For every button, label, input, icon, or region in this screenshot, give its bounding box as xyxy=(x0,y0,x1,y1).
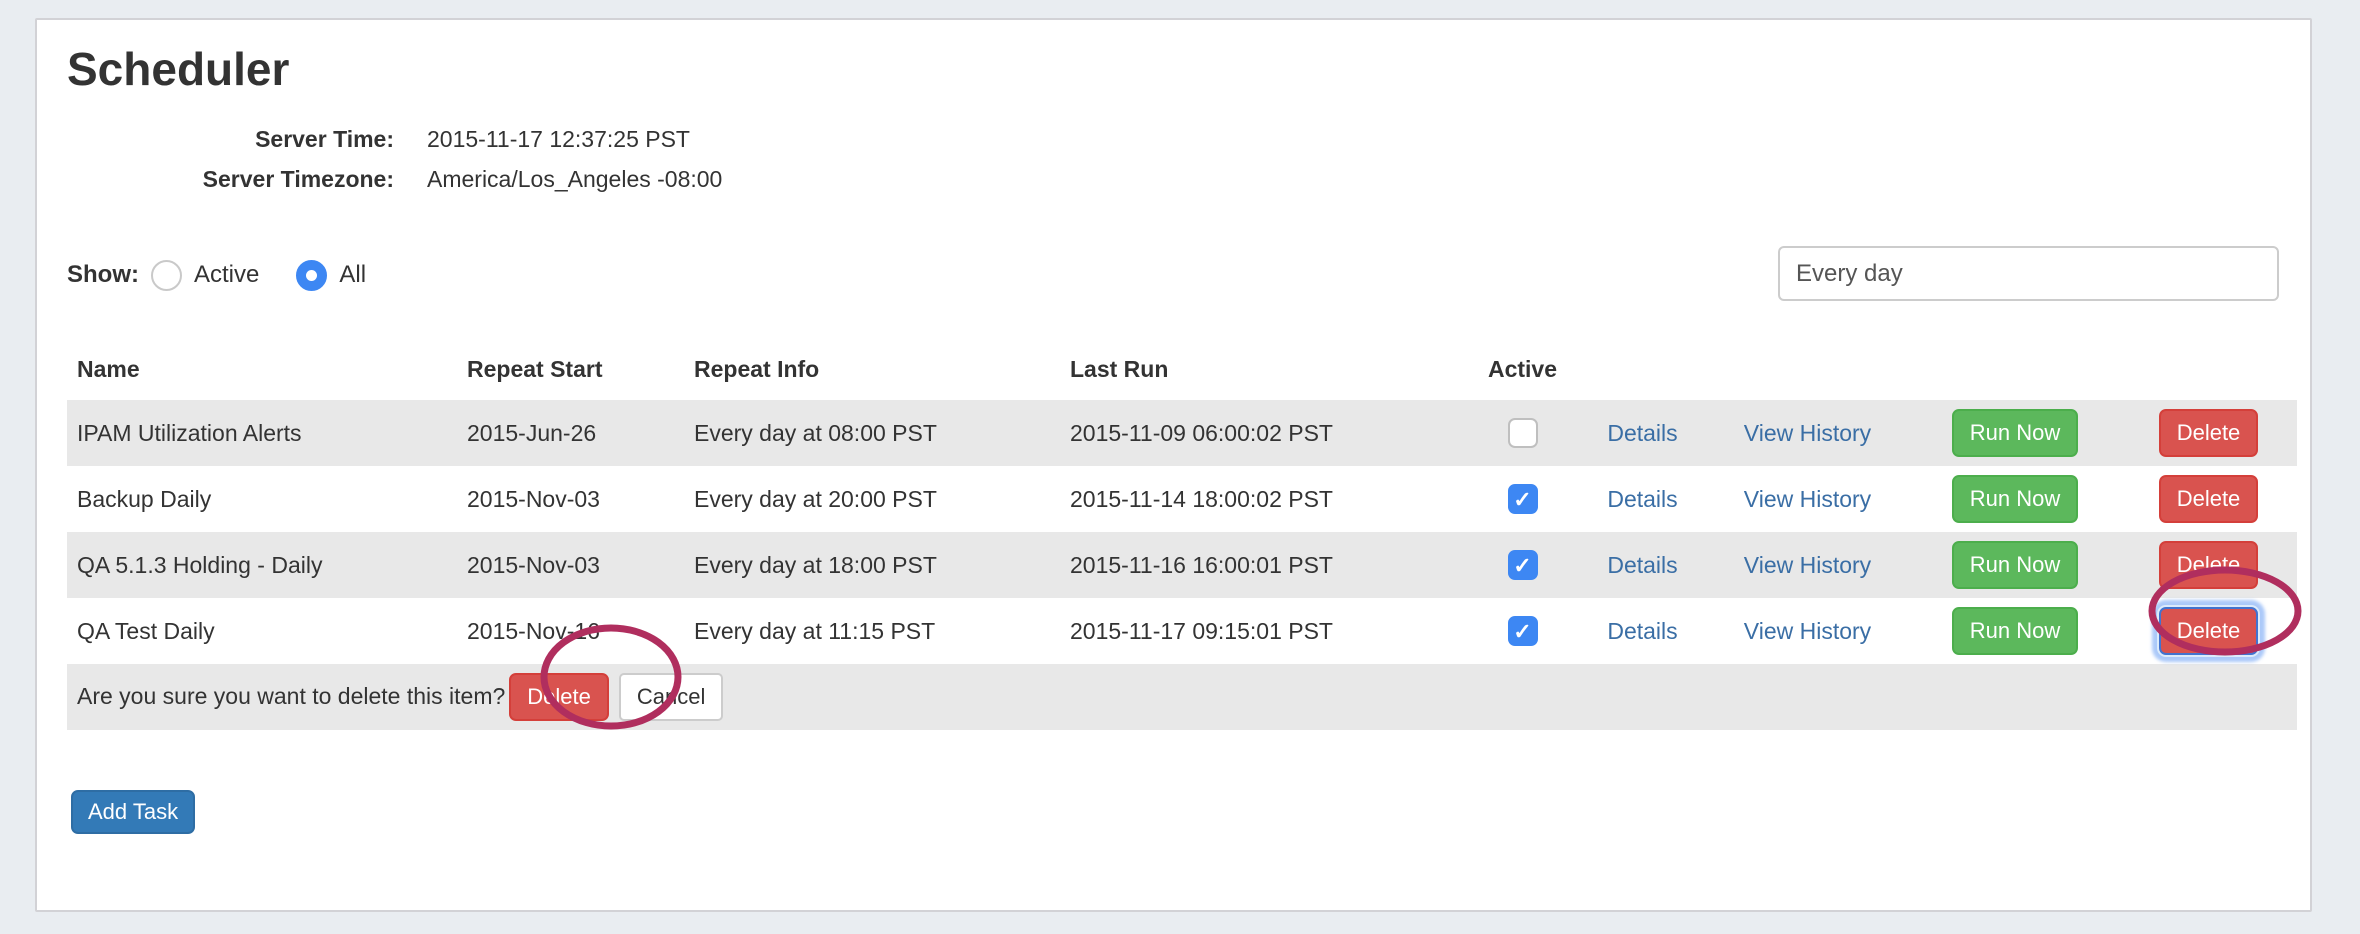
run-now-button[interactable]: Run Now xyxy=(1952,607,2078,655)
server-time-label: Server Time: xyxy=(37,126,394,153)
check-icon: ✓ xyxy=(1513,619,1531,644)
task-repeat-start: 2015-Nov-03 xyxy=(457,532,684,598)
task-repeat-start: 2015-Jun-26 xyxy=(457,400,684,466)
scheduler-panel: Scheduler Server Time: 2015-11-17 12:37:… xyxy=(35,18,2312,912)
table-row: QA Test Daily 2015-Nov-16 Every day at 1… xyxy=(67,598,2297,664)
radio-active[interactable] xyxy=(151,260,182,291)
delete-button[interactable]: Delete xyxy=(2159,541,2259,589)
run-now-button[interactable]: Run Now xyxy=(1952,409,2078,457)
header-name: Name xyxy=(67,338,457,400)
table-row: Backup Daily 2015-Nov-03 Every day at 20… xyxy=(67,466,2297,532)
task-repeat-info: Every day at 11:15 PST xyxy=(684,598,1060,664)
delete-button[interactable]: Delete xyxy=(2159,409,2259,457)
task-repeat-start: 2015-Nov-16 xyxy=(457,598,684,664)
task-last-run: 2015-11-17 09:15:01 PST xyxy=(1060,598,1465,664)
confirm-delete-button[interactable]: Delete xyxy=(509,673,609,721)
run-now-button[interactable]: Run Now xyxy=(1952,541,2078,589)
task-name: IPAM Utilization Alerts xyxy=(67,400,457,466)
details-link[interactable]: Details xyxy=(1607,618,1677,644)
delete-button-focused[interactable]: Delete xyxy=(2159,607,2259,655)
server-time-value: 2015-11-17 12:37:25 PST xyxy=(427,126,690,153)
header-spacer-1 xyxy=(1580,338,1705,400)
page-title: Scheduler xyxy=(67,42,289,96)
confirm-message: Are you sure you want to delete this ite… xyxy=(77,683,505,710)
add-task-button[interactable]: Add Task xyxy=(71,790,195,834)
task-last-run: 2015-11-09 06:00:02 PST xyxy=(1060,400,1465,466)
task-last-run: 2015-11-16 16:00:01 PST xyxy=(1060,532,1465,598)
check-icon: ✓ xyxy=(1513,487,1531,512)
show-filter-label: Show: xyxy=(67,261,139,289)
active-checkbox[interactable]: ✓ xyxy=(1508,484,1538,514)
active-checkbox[interactable]: ✓ xyxy=(1508,418,1538,448)
header-spacer-3 xyxy=(1910,338,2120,400)
header-last-run: Last Run xyxy=(1060,338,1465,400)
details-link[interactable]: Details xyxy=(1607,420,1677,446)
confirm-row: Are you sure you want to delete this ite… xyxy=(67,664,2297,730)
task-repeat-info: Every day at 18:00 PST xyxy=(684,532,1060,598)
table-header-row: Name Repeat Start Repeat Info Last Run A… xyxy=(67,338,2297,400)
server-timezone-row: Server Timezone: America/Los_Angeles -08… xyxy=(37,166,722,193)
view-history-link[interactable]: View History xyxy=(1744,420,1871,446)
task-repeat-start: 2015-Nov-03 xyxy=(457,466,684,532)
view-history-link[interactable]: View History xyxy=(1744,618,1871,644)
header-repeat-start: Repeat Start xyxy=(457,338,684,400)
header-repeat-info: Repeat Info xyxy=(684,338,1060,400)
header-spacer-2 xyxy=(1705,338,1910,400)
run-now-button[interactable]: Run Now xyxy=(1952,475,2078,523)
header-active: Active xyxy=(1465,338,1580,400)
header-spacer-4 xyxy=(2120,338,2297,400)
active-checkbox[interactable]: ✓ xyxy=(1508,550,1538,580)
task-name: QA 5.1.3 Holding - Daily xyxy=(67,532,457,598)
task-repeat-info: Every day at 20:00 PST xyxy=(684,466,1060,532)
server-time-row: Server Time: 2015-11-17 12:37:25 PST xyxy=(37,126,722,153)
view-history-link[interactable]: View History xyxy=(1744,552,1871,578)
radio-all[interactable] xyxy=(296,260,327,291)
table-row: IPAM Utilization Alerts 2015-Jun-26 Ever… xyxy=(67,400,2297,466)
view-history-link[interactable]: View History xyxy=(1744,486,1871,512)
details-link[interactable]: Details xyxy=(1607,486,1677,512)
delete-button[interactable]: Delete xyxy=(2159,475,2259,523)
show-filter: Show: Active All xyxy=(67,257,366,293)
server-info: Server Time: 2015-11-17 12:37:25 PST Ser… xyxy=(37,126,722,206)
radio-active-label[interactable]: Active xyxy=(194,261,259,289)
task-last-run: 2015-11-14 18:00:02 PST xyxy=(1060,466,1465,532)
server-timezone-value: America/Los_Angeles -08:00 xyxy=(427,166,722,193)
task-repeat-info: Every day at 08:00 PST xyxy=(684,400,1060,466)
confirm-cancel-button[interactable]: Cancel xyxy=(619,673,723,721)
task-name: Backup Daily xyxy=(67,466,457,532)
task-name: QA Test Daily xyxy=(67,598,457,664)
details-link[interactable]: Details xyxy=(1607,552,1677,578)
filter-input[interactable] xyxy=(1778,246,2279,301)
table-row: QA 5.1.3 Holding - Daily 2015-Nov-03 Eve… xyxy=(67,532,2297,598)
task-table: Name Repeat Start Repeat Info Last Run A… xyxy=(67,338,2297,730)
radio-all-label[interactable]: All xyxy=(339,261,366,289)
active-checkbox[interactable]: ✓ xyxy=(1508,616,1538,646)
check-icon: ✓ xyxy=(1513,553,1531,578)
server-timezone-label: Server Timezone: xyxy=(37,166,394,193)
